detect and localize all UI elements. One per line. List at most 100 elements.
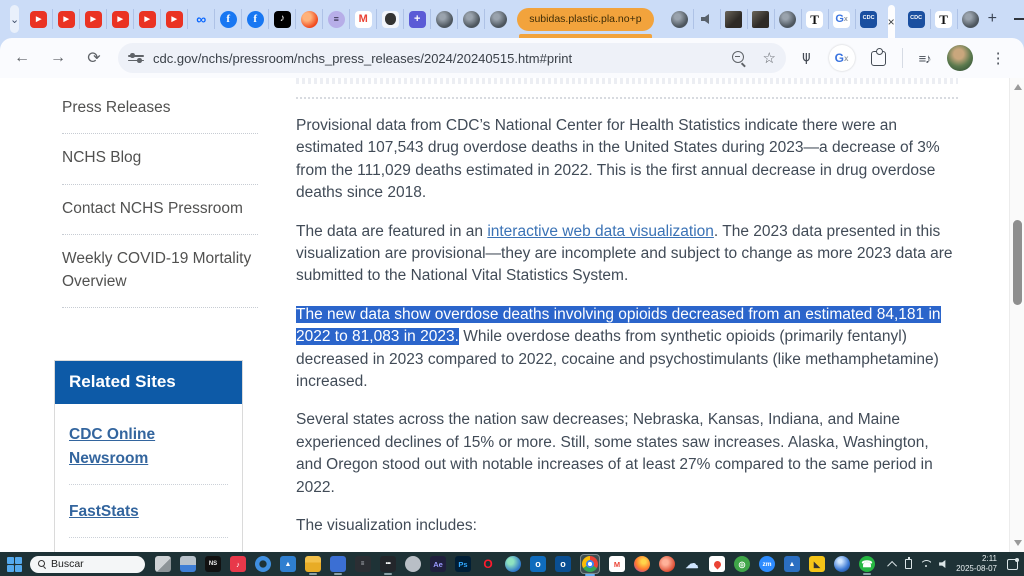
google-maps-icon[interactable] [709, 556, 725, 572]
tab-youtube[interactable]: ▶ [133, 9, 160, 29]
ubuntu-icon[interactable]: ◎ [734, 556, 750, 572]
scroll-up-arrow[interactable] [1014, 84, 1022, 90]
onedrive-icon[interactable]: ☁ [684, 556, 700, 572]
interactive-visualization-link[interactable]: interactive web data visualization [487, 223, 714, 240]
tab-site[interactable] [957, 9, 984, 29]
bookmark-star-icon[interactable]: ☆ [763, 49, 776, 67]
davinci-resolve-icon[interactable]: ••• [380, 556, 396, 572]
tab-cdc[interactable]: CDC [903, 9, 930, 29]
tab-youtube[interactable]: ▶ [25, 9, 52, 29]
sidebar-item-contact[interactable]: Contact NCHS Pressroom [62, 185, 258, 235]
tab-facebook[interactable]: f [214, 9, 241, 29]
extensions-puzzle-icon[interactable] [871, 51, 886, 66]
tab-youtube[interactable]: ▶ [106, 9, 133, 29]
opera-icon[interactable]: O [480, 556, 496, 572]
scroll-down-arrow[interactable] [1014, 540, 1022, 546]
tab-site[interactable] [430, 9, 457, 29]
clock-time: 2:11 [956, 554, 997, 564]
menu-kebab-icon[interactable]: ⋮ [989, 49, 1016, 67]
notes-icon[interactable]: ◣ [809, 556, 825, 572]
link-cdc-online-newsroom[interactable]: CDC Online Newsroom [69, 408, 228, 485]
tab-youtube[interactable]: ▶ [79, 9, 106, 29]
chrome-active-app[interactable] [580, 554, 600, 574]
mouse-utility-icon[interactable] [405, 556, 421, 572]
tab-cdc[interactable]: CDC [855, 9, 882, 29]
address-bar[interactable]: cdc.gov/nchs/pressroom/nchs_press_releas… [118, 43, 786, 73]
notifications-icon[interactable] [1007, 559, 1018, 570]
tab-youtube[interactable]: ▶ [52, 9, 79, 29]
article-body: Provisional data from CDC’s National Cen… [296, 115, 958, 574]
sidebar-item-covid-mortality[interactable]: Weekly COVID-19 Mortality Overview [62, 235, 258, 308]
tab-meta[interactable]: ∞ [187, 9, 214, 29]
zoom-app-icon[interactable]: zm [759, 556, 775, 572]
profile-avatar[interactable] [947, 45, 973, 71]
url-text[interactable]: cdc.gov/nchs/pressroom/nchs_press_releas… [153, 51, 732, 66]
back-button[interactable]: ← [8, 44, 36, 72]
tab-gmail[interactable]: M [349, 9, 376, 29]
outlook-icon[interactable]: o [530, 556, 546, 572]
blue-app-icon[interactable] [330, 556, 346, 572]
tab-image[interactable] [720, 9, 747, 29]
taskbar-clock[interactable]: 2:11 2025-08-07 [956, 554, 997, 574]
usb-icon[interactable] [905, 559, 912, 569]
hidden-icons-chevron[interactable] [887, 560, 897, 570]
photos-icon[interactable]: ▲ [280, 556, 296, 572]
apple-icon [382, 11, 399, 28]
tab-audio-playing[interactable] [693, 9, 720, 29]
tab-apple[interactable] [376, 9, 403, 29]
nsis-icon[interactable]: NS [205, 556, 221, 572]
sidebar-item-press-releases[interactable]: Press Releases [62, 84, 258, 134]
active-tab[interactable]: × [888, 5, 895, 38]
gmail-taskbar-icon[interactable]: M [609, 556, 625, 572]
after-effects-icon[interactable]: Ae [430, 556, 446, 572]
whisk-extension-icon[interactable]: ⋔ [800, 49, 813, 67]
volume-icon[interactable] [939, 560, 948, 568]
edge-browser-icon[interactable] [505, 556, 521, 572]
tab-site[interactable] [774, 9, 801, 29]
tab-search-button[interactable]: ⌄ [10, 5, 19, 33]
tab-facebook[interactable]: f [241, 9, 268, 29]
tab-image[interactable] [747, 9, 774, 29]
start-button[interactable] [7, 557, 22, 572]
google-translate-icon[interactable]: Gx [829, 45, 855, 71]
page-scrollbar[interactable] [1009, 78, 1024, 552]
sidebar-item-nchs-blog[interactable]: NCHS Blog [62, 134, 258, 184]
network-sphere-icon[interactable] [834, 556, 850, 572]
tab-nytimes[interactable]: T [930, 9, 957, 29]
photoshop-icon[interactable]: Ps [455, 556, 471, 572]
forward-button[interactable]: → [44, 44, 72, 72]
gallery-icon[interactable]: ▲ [784, 556, 800, 572]
file-manager-icon[interactable] [180, 556, 196, 572]
close-tab-icon[interactable]: × [888, 15, 895, 29]
tab-site[interactable] [457, 9, 484, 29]
wifi-icon[interactable] [920, 560, 931, 568]
orange-app-icon[interactable] [659, 556, 675, 572]
reload-button[interactable]: ⟳ [80, 44, 108, 72]
tab-translate[interactable]: Gx [828, 9, 855, 29]
ring-app-icon[interactable] [255, 556, 271, 572]
tab-group-label[interactable]: subidas.plastic.pla.no+p [517, 8, 653, 31]
whatsapp-icon[interactable]: ☎ [859, 556, 875, 572]
file-explorer-icon[interactable] [305, 556, 321, 572]
link-faststats[interactable]: FastStats [69, 485, 228, 538]
firefox-icon[interactable] [634, 556, 650, 572]
outlook-alt-icon[interactable]: o [555, 556, 571, 572]
tab-reddit[interactable] [295, 9, 322, 29]
filmstrip-app-icon[interactable]: ≡ [355, 556, 371, 572]
task-view-icon[interactable] [155, 556, 171, 572]
new-tab-button[interactable]: + [988, 6, 997, 32]
minimize-button[interactable] [997, 0, 1024, 38]
media-controls-icon[interactable]: ≡♪ [919, 51, 931, 66]
tab-purple-app[interactable]: + [403, 9, 430, 29]
tab-tiktok[interactable]: ♪ [268, 9, 295, 29]
scrollbar-thumb[interactable] [1013, 220, 1022, 305]
taskbar-search[interactable]: Buscar [30, 556, 145, 573]
site-info-icon[interactable] [128, 51, 144, 65]
tab-site[interactable] [666, 9, 693, 29]
tab-nytimes[interactable]: T [801, 9, 828, 29]
zoom-out-icon[interactable] [732, 51, 747, 66]
tab-spotify[interactable]: ≡ [322, 9, 349, 29]
music-app-icon[interactable]: ♪ [230, 556, 246, 572]
tab-youtube[interactable]: ▶ [160, 9, 187, 29]
tab-site[interactable] [484, 9, 511, 29]
